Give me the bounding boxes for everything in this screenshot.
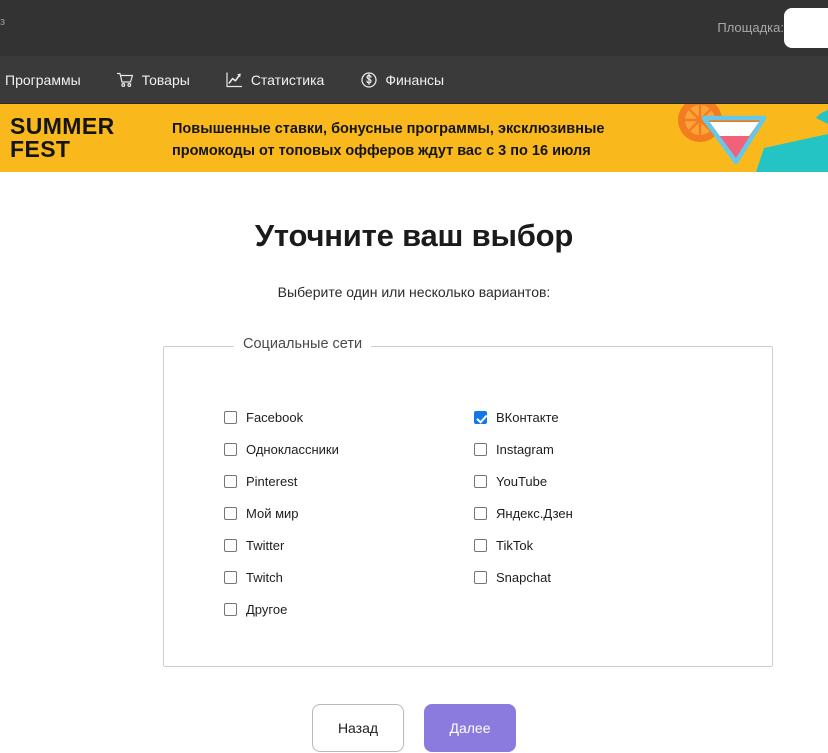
checkbox-row-twitch[interactable]: Twitch: [224, 561, 474, 593]
banner-logo-line2: FEST: [10, 136, 71, 162]
site-selector-label: Площадка:: [717, 20, 784, 35]
checkbox-other[interactable]: [224, 602, 237, 616]
checkbox-vkontakte[interactable]: [474, 410, 487, 424]
banner-text-line2: промокоды от топовых офферов ждут вас с …: [172, 143, 591, 159]
top-bar: з Площадка:: [0, 0, 828, 56]
cart-icon: [116, 72, 134, 89]
checkbox-youtube[interactable]: [474, 474, 487, 488]
nav-item-label: Статистика: [250, 72, 325, 88]
nav-item-list: Программы Товары Статистика Финансы: [0, 56, 462, 104]
nav-item-finance[interactable]: Финансы: [342, 56, 462, 104]
banner-logo: SUMMER FEST: [10, 115, 115, 161]
checkbox-row-yandex-dzen[interactable]: Яндекс.Дзен: [474, 497, 724, 529]
dollar-circle-icon: [360, 72, 377, 89]
checkbox-moi-mir[interactable]: [224, 506, 237, 520]
next-button[interactable]: Далее: [424, 704, 516, 752]
checkbox-label: Twitter: [246, 537, 285, 553]
checkbox-columns: Facebook Одноклассники Pinterest Мой мир…: [164, 401, 774, 625]
checkbox-label: Мой мир: [246, 505, 299, 521]
checkbox-label: YouTube: [496, 473, 548, 489]
checkbox-label: Facebook: [246, 409, 304, 425]
checkbox-label: Snapchat: [496, 569, 551, 585]
checkbox-snapchat[interactable]: [474, 570, 487, 584]
fieldset-legend: Социальные сети: [234, 336, 372, 352]
promo-banner[interactable]: SUMMER FEST Повышенные ставки, бонусные …: [0, 104, 828, 172]
checkbox-row-moi-mir[interactable]: Мой мир: [224, 497, 474, 529]
nav-item-label: Программы: [5, 72, 81, 88]
checkbox-row-odnoklassniki[interactable]: Одноклассники: [224, 433, 474, 465]
back-button[interactable]: Назад: [312, 704, 404, 752]
page-title: Уточните ваш выбор: [254, 218, 574, 253]
checkbox-label: Twitch: [246, 569, 283, 585]
checkbox-row-instagram[interactable]: Instagram: [474, 433, 724, 465]
form-actions: Назад Далее: [0, 704, 828, 752]
nav-item-statistics[interactable]: Статистика: [208, 56, 343, 104]
checkbox-twitch[interactable]: [224, 570, 237, 584]
checkbox-row-twitter[interactable]: Twitter: [224, 529, 474, 561]
checkbox-row-pinterest[interactable]: Pinterest: [224, 465, 474, 497]
checkbox-row-vkontakte[interactable]: ВКонтакте: [474, 401, 724, 433]
checkbox-column-right: ВКонтакте Instagram YouTube Яндекс.Дзен …: [474, 401, 724, 625]
banner-text-line1: Повышенные ставки, бонусные программы, э…: [172, 121, 605, 137]
checkbox-row-tiktok[interactable]: TikTok: [474, 529, 724, 561]
checkbox-label: Другое: [246, 601, 288, 617]
checkbox-pinterest[interactable]: [224, 474, 237, 488]
checkbox-label: ВКонтакте: [496, 409, 559, 425]
banner-illustration: [638, 104, 828, 172]
checkbox-label: Яндекс.Дзен: [496, 505, 573, 521]
line-chart-icon: [226, 72, 243, 89]
checkbox-label: Одноклассники: [246, 441, 339, 457]
checkbox-label: Pinterest: [246, 473, 298, 489]
checkbox-odnoklassniki[interactable]: [224, 442, 237, 456]
topbar-left-stub: з: [0, 16, 5, 28]
checkbox-column-left: Facebook Одноклассники Pinterest Мой мир…: [224, 401, 474, 625]
checkbox-row-snapchat[interactable]: Snapchat: [474, 561, 724, 593]
checkbox-label: TikTok: [496, 537, 534, 553]
checkbox-row-other[interactable]: Другое: [224, 593, 474, 625]
checkbox-yandex-dzen[interactable]: [474, 506, 487, 520]
nav-item-label: Товары: [141, 72, 190, 88]
checkbox-twitter[interactable]: [224, 538, 237, 552]
checkbox-row-facebook[interactable]: Facebook: [224, 401, 474, 433]
social-networks-fieldset: Социальные сети Facebook Одноклассники P…: [163, 336, 774, 667]
page-subtitle: Выберите один или несколько вариантов:: [277, 284, 551, 300]
checkbox-facebook[interactable]: [224, 410, 237, 424]
checkbox-tiktok[interactable]: [474, 538, 487, 552]
site-selector-dropdown[interactable]: [784, 8, 828, 48]
nav-item-products[interactable]: Товары: [99, 56, 208, 104]
nav-item-programs[interactable]: Программы: [0, 56, 99, 104]
nav-item-label: Финансы: [385, 72, 445, 88]
checkbox-row-youtube[interactable]: YouTube: [474, 465, 724, 497]
checkbox-label: Instagram: [496, 441, 554, 457]
checkbox-instagram[interactable]: [474, 442, 487, 456]
banner-text: Повышенные ставки, бонусные программы, э…: [172, 118, 642, 162]
main-navigation: Программы Товары Статистика Финансы: [0, 56, 828, 104]
